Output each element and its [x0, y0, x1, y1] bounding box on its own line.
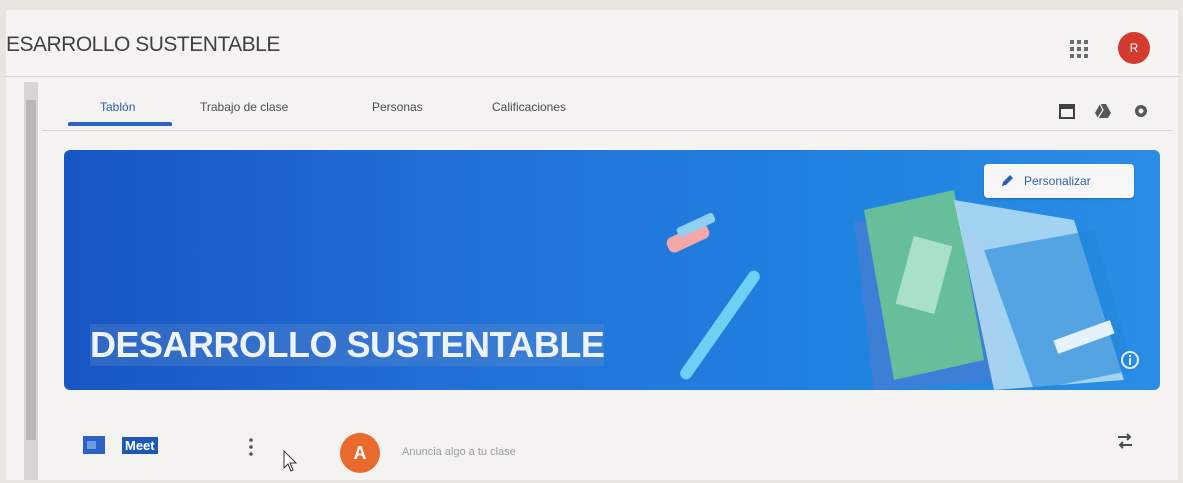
apps-grid-icon[interactable]	[1068, 38, 1090, 60]
author-avatar: A	[340, 433, 380, 473]
drive-icon[interactable]	[1094, 102, 1112, 120]
meet-icon[interactable]	[82, 433, 106, 457]
pencil-icon	[1002, 175, 1013, 186]
class-banner: Personalizar DESARROLLO SUSTENTABLE	[64, 150, 1160, 390]
browser-window: ESARROLLO SUSTENTABLE R Tablón Trabajo d…	[6, 10, 1178, 480]
banner-title: DESARROLLO SUSTENTABLE	[90, 324, 605, 366]
repost-icon[interactable]	[1114, 430, 1136, 452]
tab-stream[interactable]: Tablón	[100, 100, 135, 114]
tab-divider	[42, 130, 1172, 131]
class-title[interactable]: ESARROLLO SUSTENTABLE	[6, 33, 280, 57]
tab-people[interactable]: Personas	[372, 100, 423, 114]
settings-icon[interactable]	[1132, 102, 1150, 120]
customize-label: Personalizar	[1024, 174, 1091, 188]
calendar-icon[interactable]	[1058, 102, 1076, 120]
tab-classwork[interactable]: Trabajo de clase	[200, 100, 288, 114]
scrollbar[interactable]	[24, 82, 38, 480]
more-vert-icon[interactable]	[246, 436, 256, 458]
customize-button[interactable]: Personalizar	[984, 164, 1134, 198]
info-icon[interactable]	[1120, 350, 1140, 370]
tab-bar: Tablón Trabajo de clase Personas Calific…	[66, 76, 1166, 130]
active-tab-indicator	[68, 122, 172, 126]
top-bar: ESARROLLO SUSTENTABLE R	[6, 10, 1178, 77]
account-avatar[interactable]: R	[1118, 32, 1150, 64]
meet-link[interactable]: Meet	[122, 437, 158, 454]
mouse-cursor-icon	[283, 450, 298, 472]
tab-grades[interactable]: Calificaciones	[492, 100, 566, 114]
announce-input[interactable]: Anuncia algo a tu clase	[402, 446, 516, 458]
banner-illustration	[666, 190, 1134, 390]
scrollbar-thumb[interactable]	[26, 100, 36, 440]
